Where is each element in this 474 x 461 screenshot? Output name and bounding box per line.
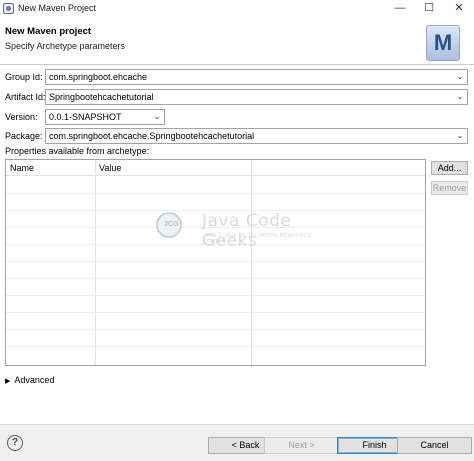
row-divider bbox=[6, 278, 425, 279]
expand-triangle-icon[interactable]: ▶ bbox=[5, 378, 10, 385]
row-divider bbox=[6, 329, 425, 330]
next-button[interactable]: Next > bbox=[264, 437, 339, 454]
artifact-id-label: Artifact Id: bbox=[5, 92, 46, 102]
column-divider bbox=[251, 160, 252, 365]
watermark-subtext: JAVA 2 JAVA DEVELOPERS RESOURCE CENTER bbox=[203, 233, 313, 245]
jcg-logo-icon: JCG bbox=[156, 212, 182, 238]
maximize-button[interactable]: ☐ bbox=[414, 0, 444, 17]
close-button[interactable]: ✕ bbox=[444, 0, 474, 17]
package-label: Package: bbox=[5, 131, 43, 141]
column-header-filler bbox=[252, 160, 425, 176]
row-divider bbox=[6, 193, 425, 194]
group-id-label: Group Id: bbox=[5, 72, 43, 82]
help-icon[interactable]: ? bbox=[7, 435, 23, 451]
row-divider bbox=[6, 261, 425, 262]
chevron-down-icon[interactable]: ⌄ bbox=[152, 110, 162, 124]
column-header-name[interactable]: Name bbox=[6, 160, 95, 176]
java-code-geeks-watermark: JCG Java Code Geeks JAVA 2 JAVA DEVELOPE… bbox=[150, 202, 330, 251]
advanced-toggle[interactable]: ▶ Advanced bbox=[5, 375, 54, 385]
eclipse-app-icon bbox=[3, 3, 14, 14]
window-titlebar: New Maven Project — ☐ ✕ bbox=[0, 0, 474, 17]
chevron-down-icon[interactable]: ⌄ bbox=[455, 129, 465, 143]
cancel-button[interactable]: Cancel bbox=[397, 437, 472, 454]
wizard-title: New Maven project bbox=[5, 26, 92, 37]
column-header-value[interactable]: Value bbox=[95, 160, 252, 176]
version-combo[interactable]: 0.0.1-SNAPSHOT ⌄ bbox=[45, 109, 165, 125]
minimize-button[interactable]: — bbox=[385, 0, 415, 17]
watermark-text: Java Code Geeks bbox=[202, 211, 292, 251]
row-divider bbox=[6, 295, 425, 296]
remove-property-button[interactable]: Remove bbox=[431, 181, 468, 195]
version-value: 0.0.1-SNAPSHOT bbox=[49, 112, 122, 122]
artifact-id-value: Springbootehcachetutorial bbox=[49, 92, 154, 102]
column-divider bbox=[95, 160, 96, 365]
chevron-down-icon[interactable]: ⌄ bbox=[455, 90, 465, 104]
chevron-down-icon[interactable]: ⌄ bbox=[455, 70, 465, 84]
package-combo[interactable]: com.springboot.ehcache.Springbootehcache… bbox=[45, 128, 468, 144]
properties-table[interactable]: Name Value bbox=[5, 159, 426, 366]
properties-label: Properties available from archetype: bbox=[5, 146, 150, 156]
group-id-value: com.springboot.ehcache bbox=[49, 72, 148, 82]
advanced-label: Advanced bbox=[14, 375, 55, 385]
package-value: com.springboot.ehcache.Springbootehcache… bbox=[49, 131, 255, 141]
row-divider bbox=[6, 346, 425, 347]
add-property-button[interactable]: Add... bbox=[431, 161, 468, 175]
window-title: New Maven Project bbox=[18, 3, 97, 13]
artifact-id-combo[interactable]: Springbootehcachetutorial ⌄ bbox=[45, 89, 468, 105]
version-label: Version: bbox=[5, 112, 38, 122]
wizard-subtitle: Specify Archetype parameters bbox=[5, 41, 126, 51]
maven-logo-icon: M bbox=[426, 25, 460, 61]
row-divider bbox=[6, 312, 425, 313]
group-id-combo[interactable]: com.springboot.ehcache ⌄ bbox=[45, 69, 468, 85]
wizard-header: New Maven project Specify Archetype para… bbox=[0, 17, 474, 65]
wizard-footer: ? < Back Next > Finish Cancel bbox=[0, 424, 474, 461]
